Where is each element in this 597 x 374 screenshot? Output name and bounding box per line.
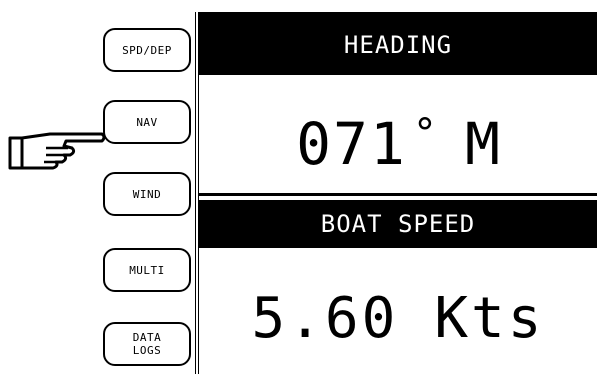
boat-speed-title-text: BOAT SPEED <box>320 210 476 238</box>
heading-number: 071 <box>296 110 407 178</box>
section-divider <box>199 193 597 196</box>
pointing-hand-icon <box>8 132 106 170</box>
boat-speed-title: BOAT SPEED <box>199 200 597 248</box>
heading-title-text: HEADING <box>343 31 453 59</box>
heading-title: HEADING <box>199 15 597 75</box>
boat-speed-value: 5.60 Kts <box>199 274 597 362</box>
data-logs-button[interactable]: DATA LOGS <box>103 322 191 366</box>
heading-unit: M <box>464 110 500 178</box>
spd-dep-button[interactable]: SPD/DEP <box>103 28 191 72</box>
boat-speed-number: 5.60 <box>251 285 399 351</box>
wind-button[interactable]: WIND <box>103 172 191 216</box>
multi-button[interactable]: MULTI <box>103 248 191 292</box>
degree-symbol: ° <box>412 111 437 157</box>
boat-speed-unit: Kts <box>434 285 545 351</box>
instrument-display: HEADING 071 ° M BOAT SPEED 5.60 Kts <box>195 12 597 374</box>
heading-value: 071 ° M <box>199 96 597 192</box>
nav-button[interactable]: NAV <box>103 100 191 144</box>
